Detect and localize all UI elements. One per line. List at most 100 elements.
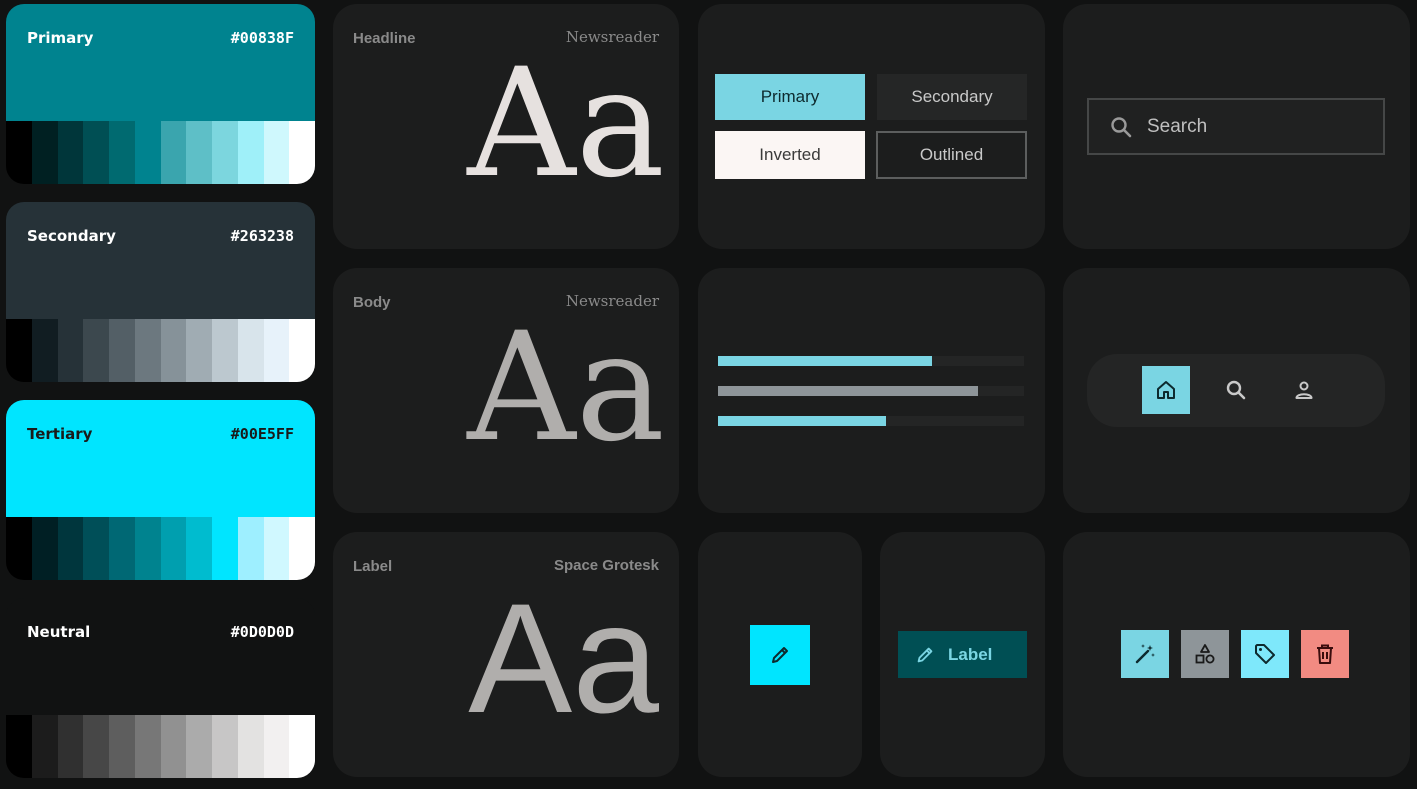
tone-chip <box>186 121 212 184</box>
tone-chip <box>186 319 212 382</box>
tone-chip <box>186 517 212 580</box>
tone-chip <box>6 517 32 580</box>
type-role: Body <box>353 294 391 311</box>
type-sample: Aa <box>468 572 659 746</box>
tone-chip <box>109 517 135 580</box>
tone-chip <box>57 121 84 184</box>
tone-chip <box>134 517 161 580</box>
secondary-button[interactable]: Secondary <box>877 74 1027 120</box>
primary-button[interactable]: Primary <box>715 74 865 120</box>
inverted-button[interactable]: Inverted <box>715 131 865 179</box>
shapes-icon <box>1195 644 1215 664</box>
tone-chip <box>83 319 109 382</box>
tone-chip <box>212 517 238 580</box>
tone-chip <box>263 517 290 580</box>
tone-chip <box>212 715 238 778</box>
trash-icon <box>1317 644 1333 664</box>
magic-wand-icon <box>1135 644 1155 664</box>
tone-chip <box>31 121 58 184</box>
home-icon <box>1157 381 1175 399</box>
progress-fill <box>718 356 933 366</box>
magic-button[interactable] <box>1121 630 1169 678</box>
tone-chip <box>109 319 135 382</box>
tone-chip <box>83 121 109 184</box>
swatch-header <box>6 400 315 517</box>
type-role: Headline <box>353 30 416 47</box>
tone-chip <box>134 121 161 184</box>
swatch-hex: #00E5FF <box>230 425 294 443</box>
tone-chip <box>237 319 264 382</box>
tone-chip <box>6 715 32 778</box>
type-role: Label <box>353 558 393 575</box>
swatch-hex: #0D0D0D <box>230 623 294 641</box>
tone-strip <box>6 517 315 580</box>
tone-chip <box>263 121 290 184</box>
swatch-header <box>6 4 315 121</box>
delete-button[interactable] <box>1301 630 1349 678</box>
search-icon <box>1111 116 1132 137</box>
swatch-name: Neutral <box>27 623 91 641</box>
tone-chip <box>134 715 161 778</box>
tone-chip <box>57 715 84 778</box>
person-icon <box>1295 381 1313 399</box>
tone-chip <box>237 121 264 184</box>
search-input[interactable]: Search <box>1147 116 1207 138</box>
pencil-icon <box>772 647 788 663</box>
tone-chip <box>289 319 315 382</box>
swatch-header <box>6 598 315 715</box>
tone-chip <box>212 121 238 184</box>
tone-chip <box>31 517 58 580</box>
nav-item-profile[interactable] <box>1280 366 1328 414</box>
swatch-secondary: Secondary #263238 <box>6 202 315 382</box>
label-button-text: Label <box>948 644 993 664</box>
tone-chip <box>289 517 315 580</box>
tone-chip <box>109 121 135 184</box>
edit-fab[interactable] <box>750 625 810 685</box>
swatch-tertiary: Tertiary #00E5FF <box>6 400 315 580</box>
tone-chip <box>83 715 109 778</box>
shapes-button[interactable] <box>1181 630 1229 678</box>
tone-chip <box>263 319 290 382</box>
search-icon <box>1226 380 1246 400</box>
tone-chip <box>160 319 187 382</box>
tone-chip <box>160 121 187 184</box>
tag-button[interactable] <box>1241 630 1289 678</box>
fab-card <box>698 532 862 777</box>
tone-chip <box>31 319 58 382</box>
tone-strip <box>6 121 315 184</box>
tone-chip <box>31 715 58 778</box>
swatch-name: Tertiary <box>27 425 93 443</box>
swatch-hex: #263238 <box>230 227 294 245</box>
tone-chip <box>186 715 212 778</box>
progress-bar <box>718 386 1024 396</box>
tone-chip <box>57 517 84 580</box>
nav-card <box>1063 268 1410 513</box>
swatch-header <box>6 202 315 319</box>
type-card-body: Body Newsreader Aa <box>333 268 679 513</box>
outlined-button[interactable]: Outlined <box>876 131 1027 179</box>
swatch-hex: #00838F <box>230 29 294 47</box>
type-card-label: Label Space Grotesk Aa <box>333 532 679 777</box>
progress-fill <box>718 386 979 396</box>
tone-chip <box>83 517 109 580</box>
label-button-card: Label <box>880 532 1045 777</box>
buttons-card: Primary Secondary Inverted Outlined <box>698 4 1045 249</box>
tone-chip <box>6 319 32 382</box>
pencil-icon <box>917 647 933 662</box>
tag-icon <box>1255 644 1275 664</box>
nav-item-search[interactable] <box>1212 366 1260 414</box>
icon-buttons-card <box>1063 532 1410 777</box>
tone-chip <box>57 319 84 382</box>
tone-chip <box>212 319 238 382</box>
tone-strip <box>6 319 315 382</box>
type-sample: Aa <box>467 301 665 475</box>
tone-chip <box>237 517 264 580</box>
swatch-neutral: Neutral #0D0D0D <box>6 598 315 778</box>
nav-item-home[interactable] <box>1142 366 1190 414</box>
progress-bar <box>718 416 1024 426</box>
search-field[interactable]: Search <box>1087 98 1385 155</box>
tone-chip <box>263 715 290 778</box>
progress-card <box>698 268 1045 513</box>
tone-chip <box>6 121 32 184</box>
label-button[interactable]: Label <box>898 631 1027 678</box>
